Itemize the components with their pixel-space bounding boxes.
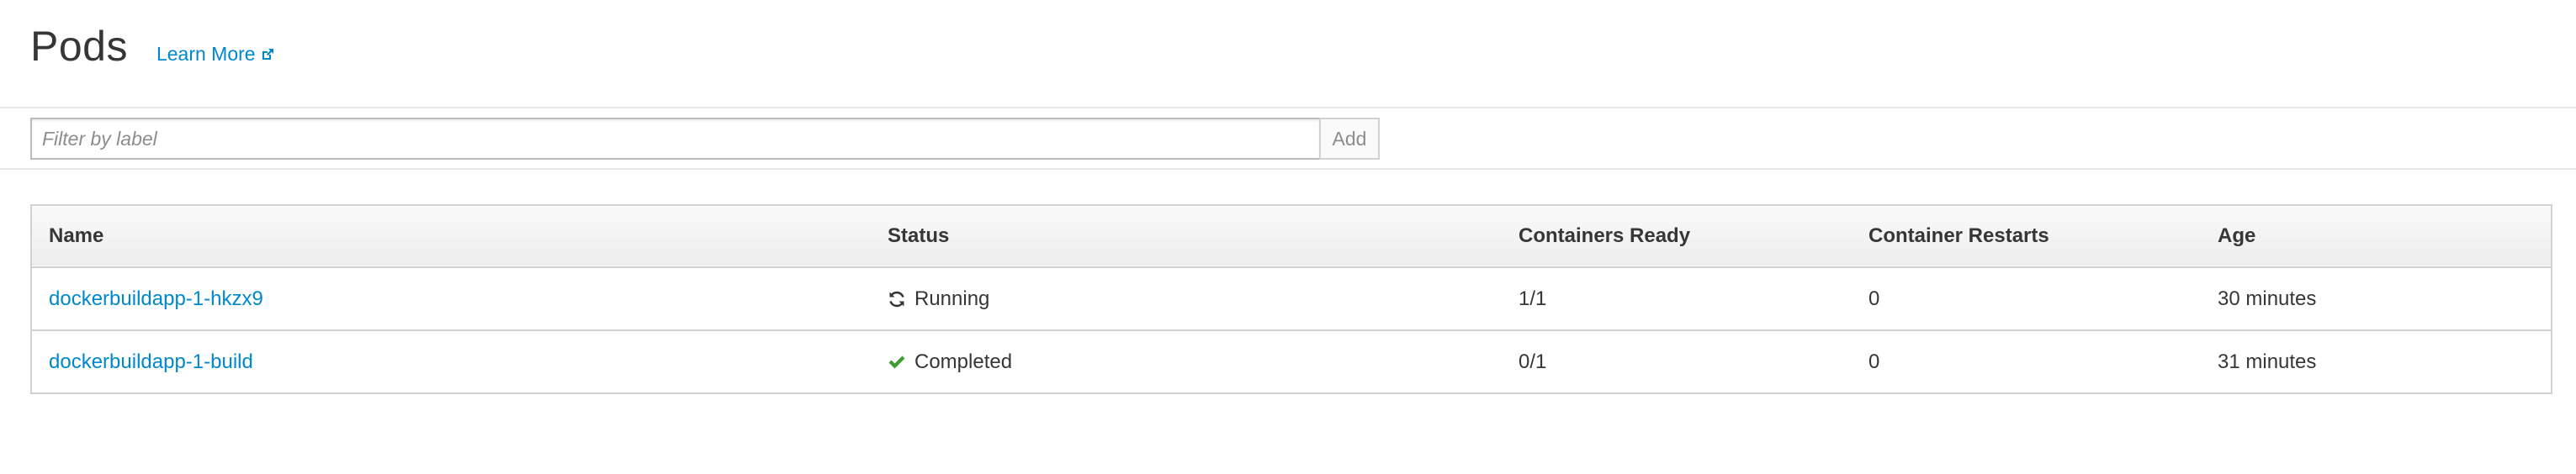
checkmark-icon [888,356,905,368]
status-text: Completed [914,350,1013,373]
refresh-icon [889,291,904,307]
age-cell: 30 minutes [2218,287,2317,310]
pod-name-cell: dockerbuildapp-1-hkzx9 [32,267,871,330]
table-row: dockerbuildapp-1-hkzx9 Running 1/1 0 30 … [32,267,2551,330]
pod-name-cell: dockerbuildapp-1-build [32,330,871,392]
column-header-age[interactable]: Age [2201,206,2551,267]
status-text: Running [914,287,990,310]
age-cell: 31 minutes [2218,350,2317,373]
pods-page: Pods Learn More Add Name [0,0,2576,474]
status-cell: Running [871,267,1502,330]
column-header-containers-ready[interactable]: Containers Ready [1502,206,1852,267]
learn-more-label: Learn More [156,43,256,65]
pod-name-link[interactable]: dockerbuildapp-1-hkzx9 [49,287,263,310]
toolbar-bottom-divider [0,168,2576,170]
container-restarts-cell: 0 [1868,350,1880,373]
page-header: Pods Learn More [30,25,274,67]
table-row: dockerbuildapp-1-build Completed 0/1 0 3… [32,330,2551,392]
status-cell: Completed [871,330,1502,392]
add-filter-button[interactable]: Add [1319,118,1380,160]
column-header-status[interactable]: Status [871,206,1502,267]
learn-more-link[interactable]: Learn More [156,43,274,66]
page-title: Pods [30,23,128,70]
pods-table: Name Status Containers Ready Container R… [30,204,2552,394]
pod-name-link[interactable]: dockerbuildapp-1-build [49,350,253,373]
external-link-icon [262,48,273,60]
container-restarts-cell: 0 [1868,287,1880,310]
column-header-name[interactable]: Name [32,206,871,267]
filter-by-label-input[interactable] [30,118,1319,160]
containers-ready-cell: 1/1 [1519,287,1547,310]
column-header-container-restarts[interactable]: Container Restarts [1852,206,2201,267]
toolbar-top-divider [0,107,2576,108]
containers-ready-cell: 0/1 [1519,350,1547,373]
label-filter: Add [30,118,1380,160]
table-header-row: Name Status Containers Ready Container R… [32,206,2551,267]
